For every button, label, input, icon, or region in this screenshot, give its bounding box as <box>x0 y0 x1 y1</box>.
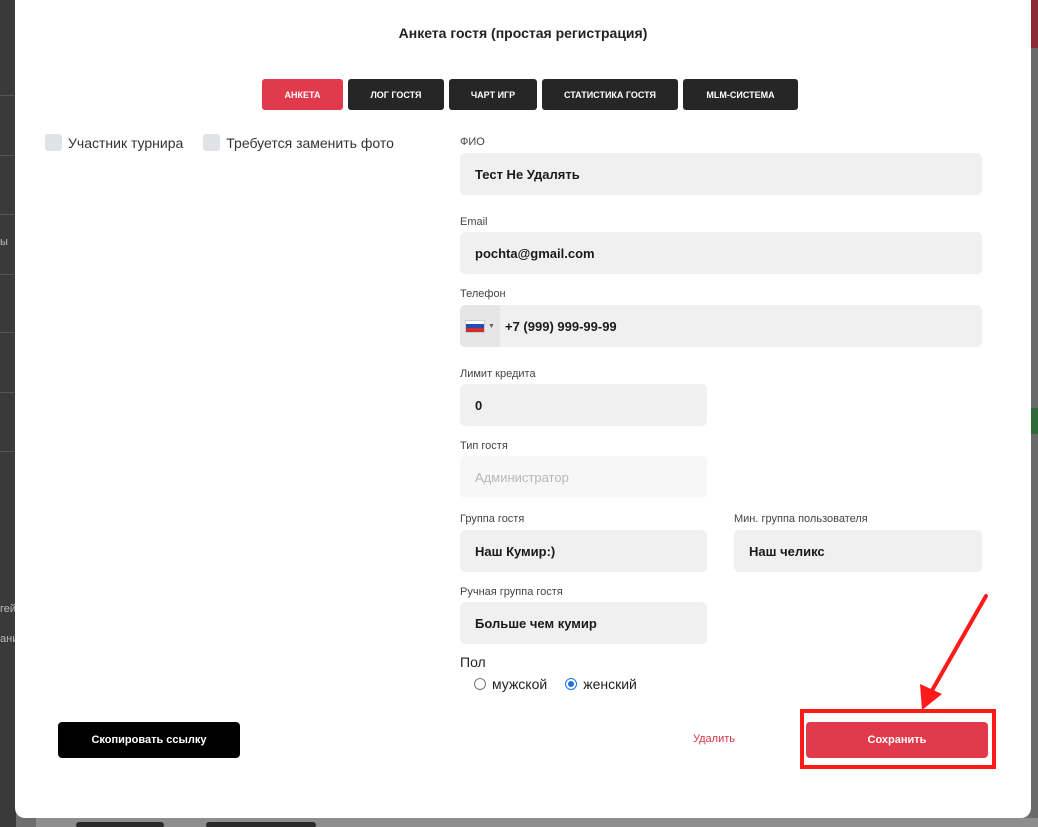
min-user-group-value: Наш челикс <box>749 543 825 559</box>
modal-title: Анкета гостя (простая регистрация) <box>398 25 648 41</box>
fio-value: Тест Не Удалять <box>475 166 580 182</box>
fio-label: ФИО <box>460 136 485 148</box>
background-text: гей <box>0 603 17 615</box>
guest-group-value: Наш Кумир:) <box>475 543 556 559</box>
gender-female-radio[interactable]: женский <box>565 676 637 692</box>
fio-field[interactable]: Тест Не Удалять <box>460 153 982 195</box>
guest-group-field[interactable]: Наш Кумир:) <box>460 530 707 572</box>
guest-type-field: Администратор <box>460 456 707 498</box>
tab-guest-log[interactable]: ЛОГ ГОСТЯ <box>348 79 444 110</box>
radio-label: мужской <box>492 676 548 692</box>
phone-value: +7 (999) 999-99-99 <box>505 318 617 334</box>
checkbox-box[interactable] <box>203 134 221 151</box>
tab-anketa[interactable]: АНКЕТА <box>262 79 343 110</box>
manual-group-field[interactable]: Больше чем кумир <box>460 602 707 644</box>
tab-mlm-system[interactable]: MLM-СИСТЕМА <box>683 79 798 110</box>
checkbox-label: Требуется заменить фото <box>226 134 394 151</box>
replace-photo-checkbox[interactable]: Требуется заменить фото <box>203 134 394 151</box>
background-sidebar: ы гей ани <box>0 0 18 827</box>
gender-radio-group: мужской женский <box>474 676 637 692</box>
guest-form-modal: Анкета гостя (простая регистрация) АНКЕТ… <box>15 0 1031 818</box>
country-selector[interactable]: ▼ <box>460 305 500 347</box>
radio-button[interactable] <box>565 678 578 690</box>
tournament-participant-checkbox[interactable]: Участник турнира <box>45 134 183 151</box>
checkbox-group: Участник турнира Требуется заменить фото <box>45 134 394 151</box>
min-user-group-label: Мин. группа пользователя <box>734 513 868 525</box>
copy-link-button[interactable]: Скопировать ссылку <box>58 722 240 758</box>
min-user-group-field[interactable]: Наш челикс <box>734 530 982 572</box>
radio-label: женский <box>583 676 637 692</box>
russia-flag-icon <box>465 319 486 333</box>
annotation-highlight-box <box>800 709 996 769</box>
email-label: Email <box>460 216 488 228</box>
gender-label: Пол <box>460 654 486 670</box>
guest-type-label: Тип гостя <box>460 440 508 452</box>
checkbox-label: Участник турнира <box>68 134 184 151</box>
chevron-down-icon: ▼ <box>488 322 495 330</box>
background-text: ы <box>0 236 8 248</box>
manual-group-label: Ручная группа гостя <box>460 586 563 598</box>
tab-game-chart[interactable]: ЧАРТ ИГР <box>449 79 537 110</box>
background-bottom-strip <box>36 818 1038 827</box>
phone-label: Телефон <box>460 288 506 300</box>
tab-bar: АНКЕТА ЛОГ ГОСТЯ ЧАРТ ИГР СТАТИСТИКА ГОС… <box>262 79 798 110</box>
manual-group-value: Больше чем кумир <box>475 615 597 631</box>
credit-limit-field[interactable]: 0 <box>460 384 707 426</box>
email-value: pochta@gmail.com <box>475 245 595 261</box>
phone-field[interactable]: ▼ +7 (999) 999-99-99 <box>460 305 982 347</box>
email-field[interactable]: pochta@gmail.com <box>460 232 982 274</box>
tab-guest-statistics[interactable]: СТАТИСТИКА ГОСТЯ <box>542 79 678 110</box>
checkbox-box[interactable] <box>45 134 62 151</box>
radio-button[interactable] <box>474 678 486 690</box>
credit-limit-label: Лимит кредита <box>460 368 536 380</box>
delete-link[interactable]: Удалить <box>693 733 735 745</box>
guest-type-placeholder: Администратор <box>475 469 569 485</box>
guest-group-label: Группа гостя <box>460 513 525 525</box>
credit-limit-value: 0 <box>475 397 483 413</box>
gender-male-radio[interactable]: мужской <box>474 676 547 692</box>
background-right-edge <box>1030 0 1038 827</box>
